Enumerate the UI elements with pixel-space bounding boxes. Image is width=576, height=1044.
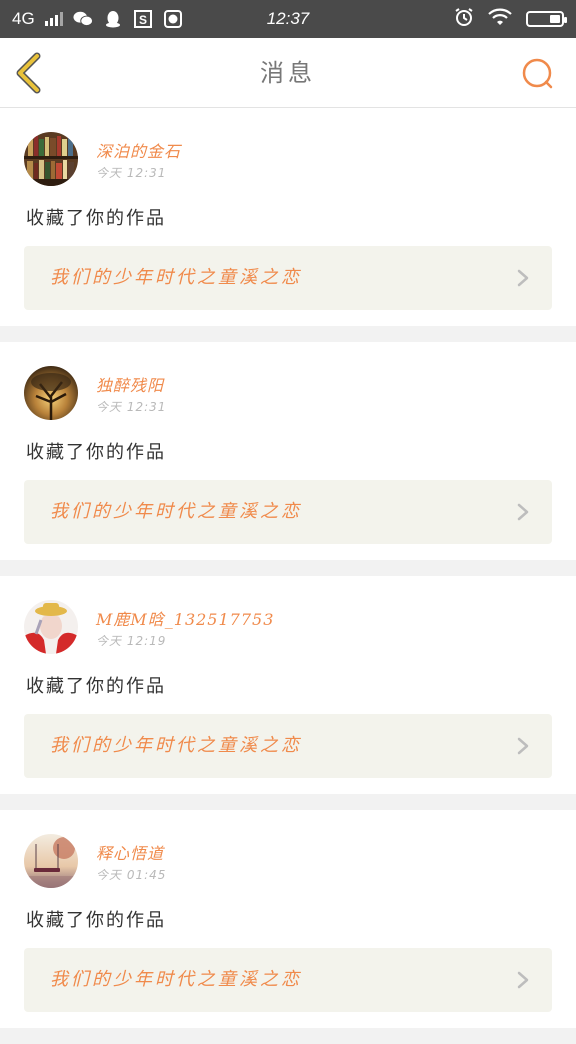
username[interactable]: M鹿M晗_132517753 <box>96 606 274 630</box>
message-card: 独醉残阳 今天 12:31 收藏了你的作品 我们的少年时代之童溪之恋 <box>0 342 576 560</box>
search-icon <box>522 58 553 89</box>
avatar[interactable] <box>24 132 78 186</box>
message-action: 收藏了你的作品 <box>26 910 166 931</box>
message-card: M鹿M晗_132517753 今天 12:19 收藏了你的作品 我们的少年时代之… <box>0 576 576 794</box>
chevron-right-icon <box>517 737 529 755</box>
work-title: 我们的少年时代之童溪之恋 <box>50 267 302 288</box>
alarm-icon <box>454 7 474 31</box>
work-link-button[interactable]: 我们的少年时代之童溪之恋 <box>24 714 552 778</box>
username[interactable]: 深泊的金石 <box>96 138 181 162</box>
page-title: 消息 <box>260 59 316 87</box>
status-right <box>454 0 567 38</box>
avatar[interactable] <box>24 600 78 654</box>
message-action: 收藏了你的作品 <box>26 676 166 697</box>
username[interactable]: 释心悟道 <box>96 840 164 864</box>
work-title: 我们的少年时代之童溪之恋 <box>50 969 302 990</box>
avatar[interactable] <box>24 366 78 420</box>
message-action: 收藏了你的作品 <box>26 208 166 229</box>
chevron-right-icon <box>517 503 529 521</box>
wifi-icon <box>488 8 512 30</box>
status-bar: 4G S 12:37 <box>0 0 576 38</box>
chevron-right-icon <box>517 971 529 989</box>
nav-bar: 消息 <box>0 38 576 108</box>
search-button[interactable] <box>518 54 558 94</box>
message-card: 深泊的金石 今天 12:31 收藏了你的作品 我们的少年时代之童溪之恋 <box>0 108 576 326</box>
message-time: 今天 12:31 <box>96 400 167 414</box>
username[interactable]: 独醉残阳 <box>96 372 164 396</box>
work-title: 我们的少年时代之童溪之恋 <box>50 735 302 756</box>
work-link-button[interactable]: 我们的少年时代之童溪之恋 <box>24 948 552 1012</box>
battery-icon <box>526 11 567 27</box>
avatar[interactable] <box>24 834 78 888</box>
message-time: 今天 01:45 <box>96 868 167 882</box>
message-list: 深泊的金石 今天 12:31 收藏了你的作品 我们的少年时代之童溪之恋 独醉残阳… <box>0 108 576 1044</box>
work-link-button[interactable]: 我们的少年时代之童溪之恋 <box>24 480 552 544</box>
work-title: 我们的少年时代之童溪之恋 <box>50 501 302 522</box>
message-action: 收藏了你的作品 <box>26 442 166 463</box>
message-card: 释心悟道 今天 01:45 收藏了你的作品 我们的少年时代之童溪之恋 <box>0 810 576 1028</box>
chevron-right-icon <box>517 269 529 287</box>
work-link-button[interactable]: 我们的少年时代之童溪之恋 <box>24 246 552 310</box>
message-time: 今天 12:19 <box>96 634 167 648</box>
message-time: 今天 12:31 <box>96 166 167 180</box>
